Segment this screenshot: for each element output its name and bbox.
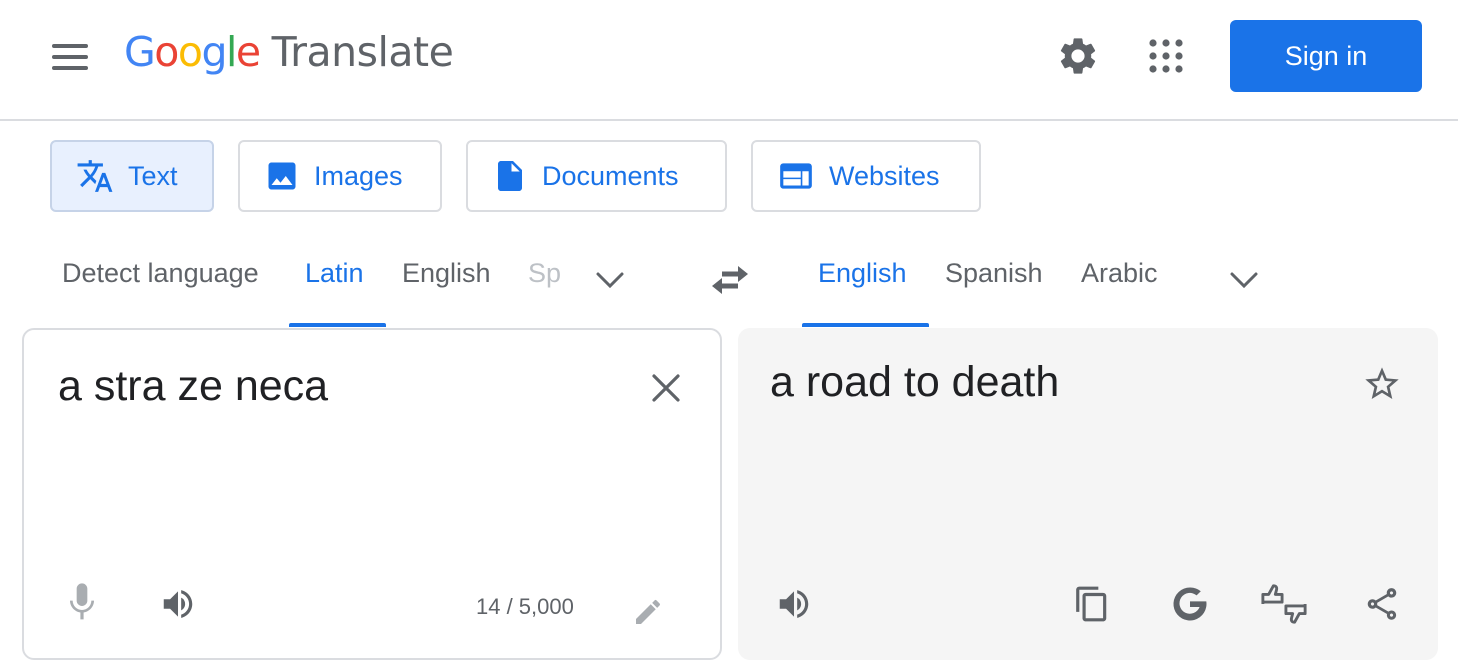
target-lang-selected-indicator bbox=[802, 323, 929, 327]
tab-text-label: Text bbox=[128, 160, 178, 191]
menu-icon[interactable] bbox=[46, 38, 94, 78]
edit-pencil-icon[interactable] bbox=[624, 588, 672, 636]
top-app-bar: Google Translate Sign in bbox=[0, 0, 1458, 121]
clear-text-close-icon[interactable] bbox=[642, 364, 690, 412]
rate-translation-thumbs-icon[interactable] bbox=[1260, 580, 1308, 628]
target-lang-more-chevron-down-icon[interactable] bbox=[1224, 262, 1264, 298]
document-icon bbox=[492, 158, 528, 194]
source-lang-english[interactable]: English bbox=[402, 258, 491, 289]
product-name: Translate bbox=[271, 28, 454, 76]
listen-translation-speaker-icon[interactable] bbox=[770, 580, 818, 628]
source-lang-latin[interactable]: Latin bbox=[305, 258, 364, 289]
copy-translation-icon[interactable] bbox=[1068, 580, 1116, 628]
apps-grid-icon[interactable] bbox=[1140, 30, 1192, 82]
source-text-input[interactable]: a stra ze neca bbox=[58, 362, 328, 411]
translation-output-text: a road to death bbox=[770, 358, 1060, 406]
translate-icon bbox=[76, 157, 114, 195]
target-lang-arabic[interactable]: Arabic bbox=[1081, 258, 1158, 289]
sign-in-button[interactable]: Sign in bbox=[1230, 20, 1422, 92]
tab-websites-label: Websites bbox=[829, 160, 940, 191]
target-lang-english[interactable]: English bbox=[818, 258, 907, 289]
character-count: 14 / 5,000 bbox=[476, 594, 574, 619]
tab-documents-label: Documents bbox=[542, 160, 679, 191]
tab-documents[interactable]: Documents bbox=[466, 140, 727, 212]
share-translation-icon[interactable] bbox=[1358, 580, 1406, 628]
settings-gear-icon[interactable] bbox=[1052, 30, 1104, 82]
google-g-icon[interactable] bbox=[1166, 580, 1214, 628]
tab-images-label: Images bbox=[314, 160, 403, 191]
translation-output-panel: a road to death bbox=[738, 328, 1438, 660]
source-lang-spanish-truncated[interactable]: Sp bbox=[528, 258, 564, 289]
google-translate-logo[interactable]: Google Translate bbox=[124, 28, 454, 88]
microphone-icon[interactable] bbox=[58, 578, 106, 626]
tab-websites[interactable]: Websites bbox=[751, 140, 981, 212]
tab-images[interactable]: Images bbox=[238, 140, 442, 212]
save-translation-star-icon[interactable] bbox=[1358, 360, 1406, 408]
swap-languages-icon[interactable] bbox=[706, 256, 754, 304]
listen-source-speaker-icon[interactable] bbox=[154, 580, 202, 628]
source-lang-selected-indicator bbox=[289, 323, 386, 327]
source-lang-detect[interactable]: Detect language bbox=[62, 258, 259, 289]
source-lang-more-chevron-down-icon[interactable] bbox=[590, 262, 630, 298]
website-icon bbox=[777, 157, 815, 195]
tab-text[interactable]: Text bbox=[50, 140, 214, 212]
google-wordmark: Google bbox=[124, 28, 261, 76]
image-icon bbox=[264, 158, 300, 194]
source-text-panel[interactable]: a stra ze neca 14 / 5,000 bbox=[22, 328, 722, 660]
target-lang-spanish[interactable]: Spanish bbox=[945, 258, 1043, 289]
